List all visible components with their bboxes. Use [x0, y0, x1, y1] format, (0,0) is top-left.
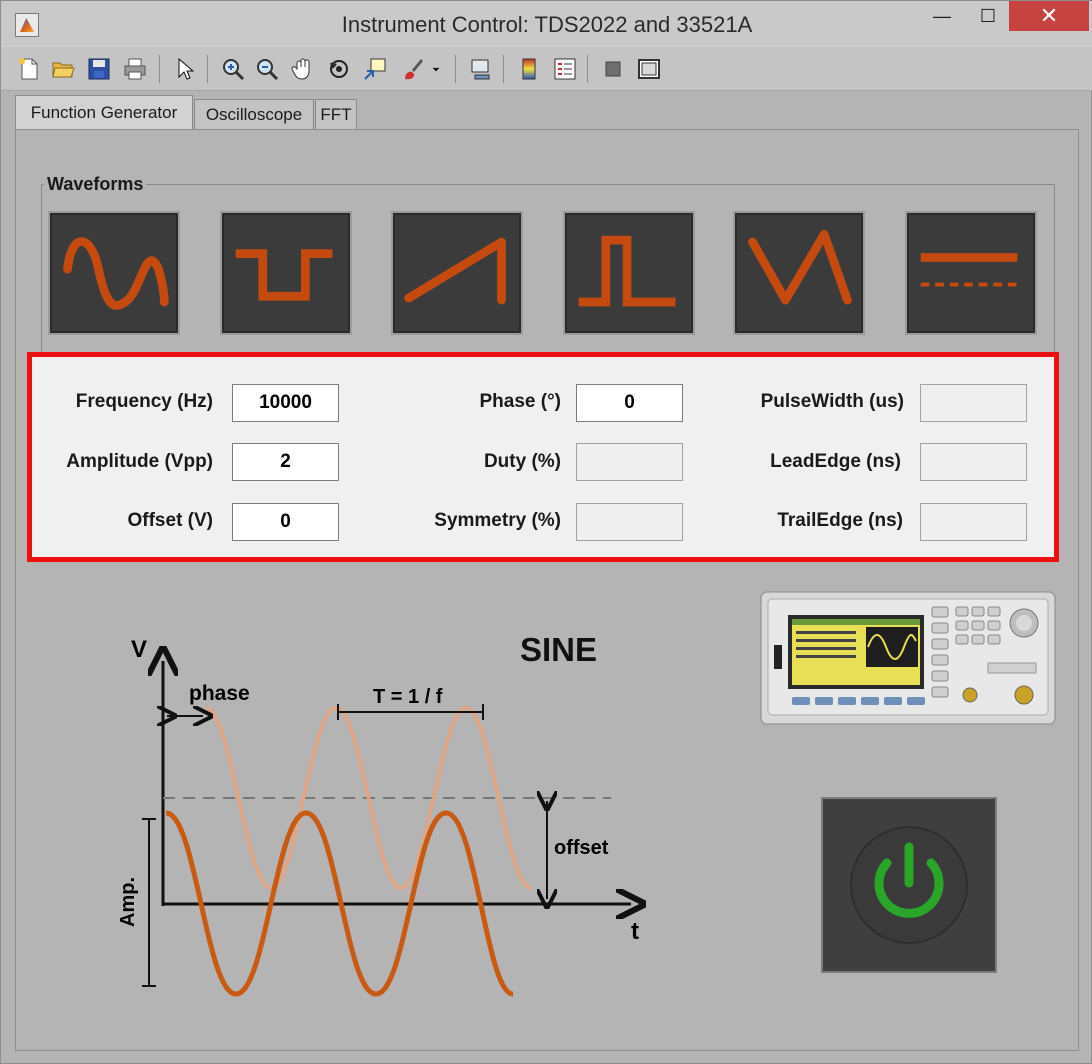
pulsewidth-field[interactable]	[920, 384, 1027, 422]
open-folder-icon[interactable]	[49, 55, 77, 83]
pulse-wave-button[interactable]	[563, 211, 695, 335]
title-bar: Instrument Control: TDS2022 and 33521A —…	[1, 1, 1092, 47]
tab-function-generator[interactable]: Function Generator	[15, 95, 193, 129]
dc-wave-icon	[920, 253, 1018, 287]
ramp-wave-button[interactable]	[391, 211, 523, 335]
pointer-icon[interactable]	[171, 55, 199, 83]
leadedge-label: LeadEdge (ns)	[770, 451, 901, 472]
pan-hand-icon[interactable]	[289, 55, 317, 83]
leadedge-field[interactable]	[920, 443, 1027, 481]
maximize-button[interactable]: ☐	[965, 1, 1011, 31]
toolbar	[1, 47, 1092, 91]
phase-label: Phase (°)	[479, 391, 561, 412]
show-plot-tools-icon[interactable]	[635, 55, 663, 83]
pulse-wave-icon	[578, 235, 676, 307]
waveforms-group-label: Waveforms	[44, 174, 147, 195]
x-axis-label: t	[631, 918, 639, 945]
offset-annotation: offset	[554, 837, 609, 859]
offset-field[interactable]	[232, 503, 339, 541]
minimize-button[interactable]: —	[919, 1, 965, 31]
trailedge-field[interactable]	[920, 503, 1027, 541]
amplitude-label: Amplitude (Vpp)	[66, 451, 213, 472]
brush-icon[interactable]	[399, 55, 427, 83]
sine-explanation-diagram: V t phase T = 1 / f offset Amp.	[117, 636, 661, 997]
phase-annotation: phase	[189, 682, 250, 705]
zoom-in-icon[interactable]	[219, 55, 247, 83]
app-window: Instrument Control: TDS2022 and 33521A —…	[0, 0, 1092, 1064]
frequency-field[interactable]	[232, 384, 339, 422]
hide-plot-tools-icon[interactable]	[599, 55, 627, 83]
zoom-out-icon[interactable]	[253, 55, 281, 83]
tab-oscilloscope[interactable]: Oscilloscope	[194, 99, 314, 129]
triangle-wave-button[interactable]	[733, 211, 865, 335]
sine-wave-button[interactable]	[48, 211, 180, 335]
print-icon[interactable]	[121, 55, 149, 83]
dc-wave-button[interactable]	[905, 211, 1037, 335]
colorbar-icon[interactable]	[515, 55, 543, 83]
close-button[interactable]: ✕	[1009, 1, 1089, 31]
offset-label: Offset (V)	[127, 510, 214, 531]
ramp-wave-icon	[404, 237, 506, 305]
save-icon[interactable]	[85, 55, 113, 83]
link-plot-icon[interactable]	[467, 55, 495, 83]
pulsewidth-label: PulseWidth (us)	[760, 391, 904, 412]
period-annotation: T = 1 / f	[373, 686, 443, 708]
triangle-wave-icon	[748, 229, 852, 305]
symmetry-label: Symmetry (%)	[434, 510, 561, 531]
new-file-icon[interactable]	[15, 55, 43, 83]
symmetry-field[interactable]	[576, 503, 683, 541]
duty-label: Duty (%)	[483, 451, 561, 472]
rotate-3d-icon[interactable]	[325, 55, 353, 83]
data-cursor-icon[interactable]	[361, 55, 389, 83]
square-wave-button[interactable]	[220, 211, 352, 335]
square-wave-icon	[235, 249, 333, 301]
legend-icon[interactable]	[551, 55, 579, 83]
y-axis-label: V	[131, 636, 147, 663]
phase-field[interactable]	[576, 384, 683, 422]
trailedge-label: TrailEdge (ns)	[777, 510, 903, 531]
frequency-label: Frequency (Hz)	[75, 391, 213, 412]
duty-field[interactable]	[576, 443, 683, 481]
function-generator-image	[760, 591, 1056, 725]
amplitude-field[interactable]	[232, 443, 339, 481]
amplitude-annotation: Amp.	[117, 877, 139, 927]
power-icon	[850, 826, 968, 944]
waveforms-group	[41, 184, 1055, 354]
sine-wave-icon	[63, 237, 169, 310]
brush-dropdown-icon[interactable]	[429, 55, 443, 83]
power-button[interactable]	[821, 797, 997, 973]
tab-fft[interactable]: FFT	[315, 99, 357, 129]
